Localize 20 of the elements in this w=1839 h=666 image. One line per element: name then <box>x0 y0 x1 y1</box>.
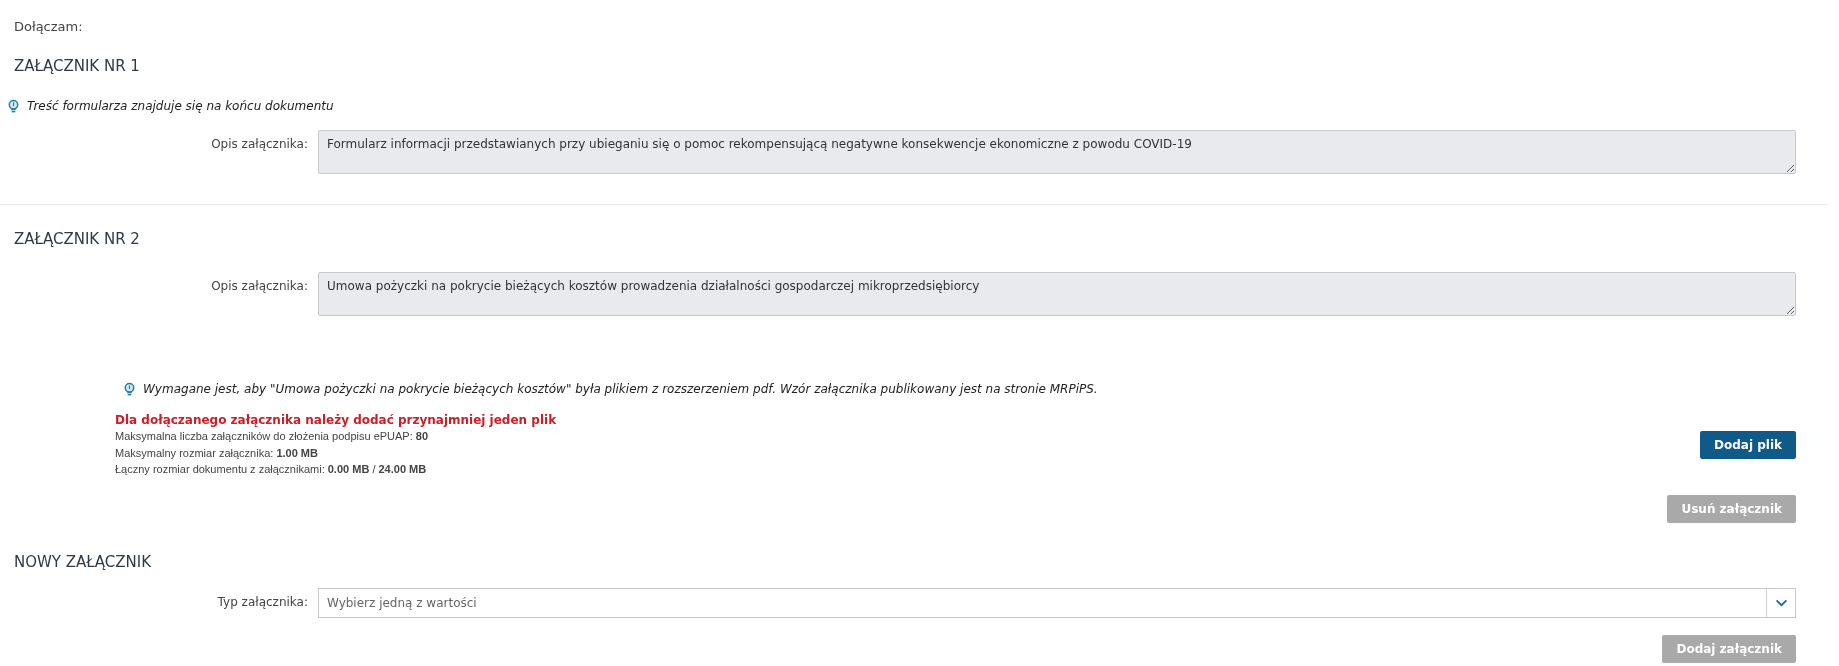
description-field[interactable]: Umowa pożyczki na pokrycie bieżących kosztów prowadzenia działalności gospodarczej mikroprzedsiębiorcy <box>318 272 1796 316</box>
section-title: NOWY ZAŁĄCZNIK <box>14 551 152 572</box>
limit-text: Maksymalna liczba załączników do złożenia podpisu ePUAP: 80 <box>115 429 430 444</box>
error-message: Dla dołączanego załącznika należy dodać przynajmniej jeden plik <box>115 412 557 428</box>
chevron-down-icon <box>1774 598 1788 607</box>
hint-text: Wymagane jest, aby "Umowa pożyczki na pokrycie bieżących kosztów" była plikiem z rozszerzeniem pdf. Wzór załącznika publikowany jest na stronie MRPiPS. <box>143 382 1098 396</box>
field-label: Typ załącznika: <box>216 593 308 609</box>
section-title: ZAŁĄCZNIK NR 1 <box>14 56 141 76</box>
lightbulb-icon <box>124 381 135 397</box>
description-field[interactable]: Formularz informacji przedstawianych przy ubieganiu się o pomoc rekompensującą negatywne konsekwencje ekonomiczne z powodu COVID-19 <box>318 130 1796 174</box>
field-label: Opis załącznika: <box>210 278 308 293</box>
limit-text: Łączny rozmiar dokumentu z załącznikami: 0.00 MB / 24.00 MB <box>115 462 428 477</box>
lightbulb-icon <box>8 98 19 114</box>
section-title: ZAŁĄCZNIK NR 2 <box>14 229 141 249</box>
intro-text: Dołączam: <box>14 18 84 36</box>
limit-text: Maksymalny rozmiar załącznika: 1.00 MB <box>115 445 319 461</box>
select-field[interactable]: Wybierz jedną z wartości <box>318 587 1796 618</box>
button[interactable]: Dodaj plik <box>1700 430 1796 459</box>
field-label: Opis załącznika: <box>210 136 308 151</box>
hint-text: Treść formularza znajduje się na końcu dokumentu <box>27 99 334 113</box>
